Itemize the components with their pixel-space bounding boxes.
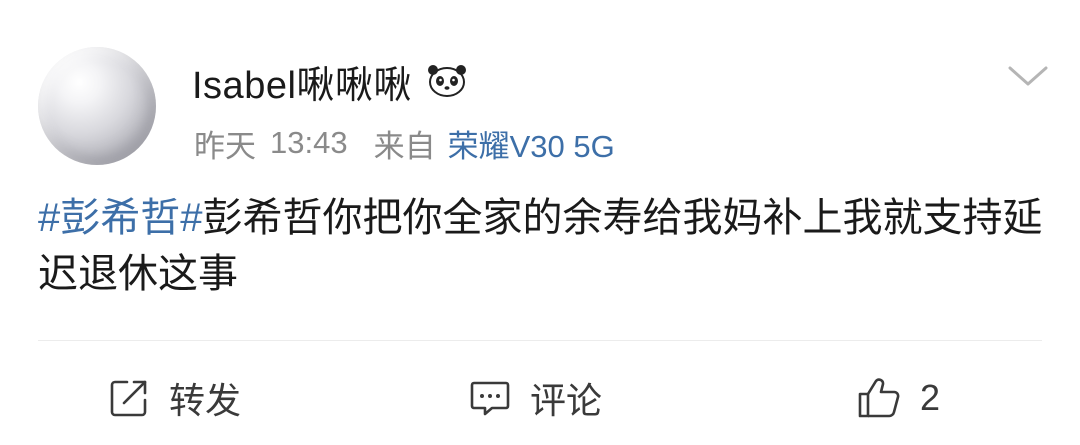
- post-header: Isabel啾啾啾: [192, 55, 468, 107]
- chevron-down-icon[interactable]: [1006, 62, 1050, 90]
- like-count: 2: [920, 377, 941, 418]
- post-meta: 昨天 13:43 来自 荣耀V30 5G: [194, 118, 615, 168]
- source-device[interactable]: 荣耀V30 5G: [448, 121, 615, 166]
- repost-label: 转发: [169, 380, 242, 421]
- weibo-post: Isabel啾啾啾 昨天 13:43 来自 荣耀V30 5G #彭希哲#彭希哲你…: [0, 0, 1080, 445]
- post-time: 13:43: [270, 125, 348, 160]
- share-icon: [107, 376, 151, 420]
- post-date: 昨天: [194, 128, 256, 164]
- panda-icon: [426, 64, 468, 98]
- username[interactable]: Isabel啾啾啾: [192, 54, 412, 109]
- action-bar: 转发 评论 2: [0, 370, 1080, 426]
- divider: [38, 340, 1042, 341]
- avatar[interactable]: [38, 47, 156, 165]
- post-content: #彭希哲#彭希哲你把你全家的余寿给我妈补上我就支持延迟退休这事: [38, 190, 1048, 302]
- thumbs-up-icon: [856, 375, 902, 421]
- hashtag-link[interactable]: #彭希哲#: [38, 196, 203, 240]
- source-label: 来自: [373, 128, 436, 164]
- comment-icon: [468, 376, 512, 420]
- comment-label: 评论: [530, 380, 603, 421]
- like-button[interactable]: 2: [856, 370, 940, 426]
- comment-button[interactable]: 评论: [468, 370, 602, 426]
- repost-button[interactable]: 转发: [107, 370, 241, 426]
